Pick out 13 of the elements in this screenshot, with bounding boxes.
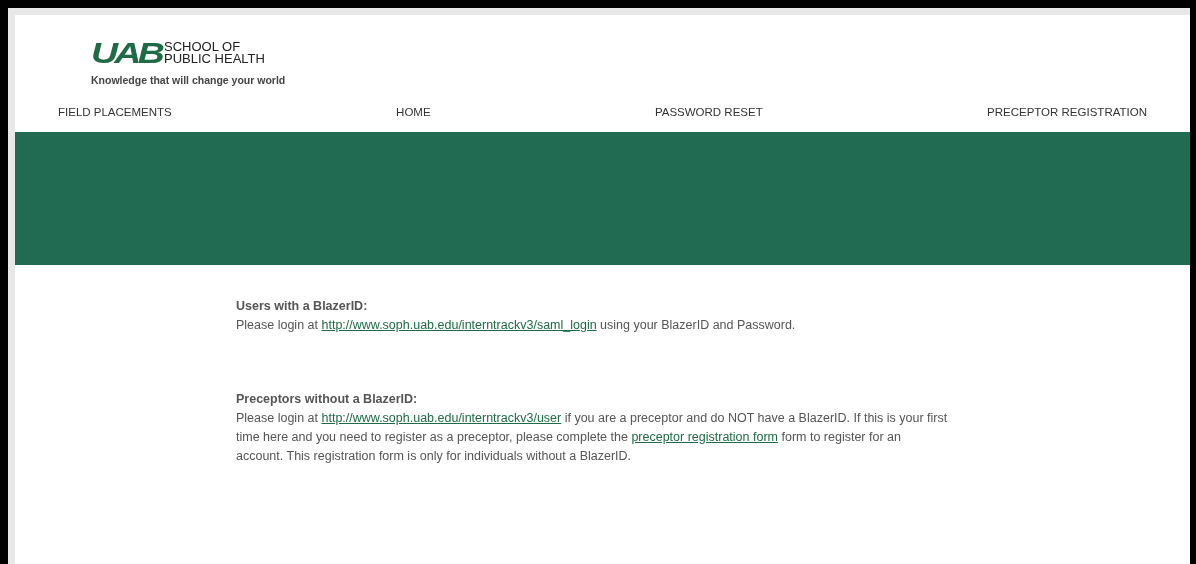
section-heading: Users with a BlazerID: (236, 297, 369, 315)
school-name: SCHOOL OF PUBLIC HEALTH (164, 41, 265, 65)
section-heading: Preceptors without a BlazerID: (236, 390, 419, 408)
link[interactable]: http://www.soph.uab.edu/interntrackv3/user (321, 410, 562, 425)
nav-link[interactable]: PRECEPTOR REGISTRATION (987, 103, 1147, 132)
nav-link[interactable]: FIELD PLACEMENTS (58, 103, 172, 132)
section-paragraph: Please login at http://www.soph.uab.edu/interntrackv3/saml_login using your BlazerID and Password. (236, 316, 797, 334)
section-paragraph: Please login at http://www.soph.uab.edu/interntrackv3/user if you are a preceptor and do NOT have a BlazerID. If this is your first time here and you need to register as a preceptor, please complete the preceptor registration form form to register for an account. This registration form is only for individuals without a BlazerID. (236, 409, 949, 465)
link[interactable]: preceptor registration form (631, 429, 778, 444)
link[interactable]: http://www.soph.uab.edu/interntrackv3/saml_login (321, 317, 597, 332)
nav-link[interactable]: HOME (396, 103, 431, 132)
tagline: Knowledge that will change your world (91, 73, 287, 88)
nav-link[interactable]: PASSWORD RESET (654, 103, 763, 132)
